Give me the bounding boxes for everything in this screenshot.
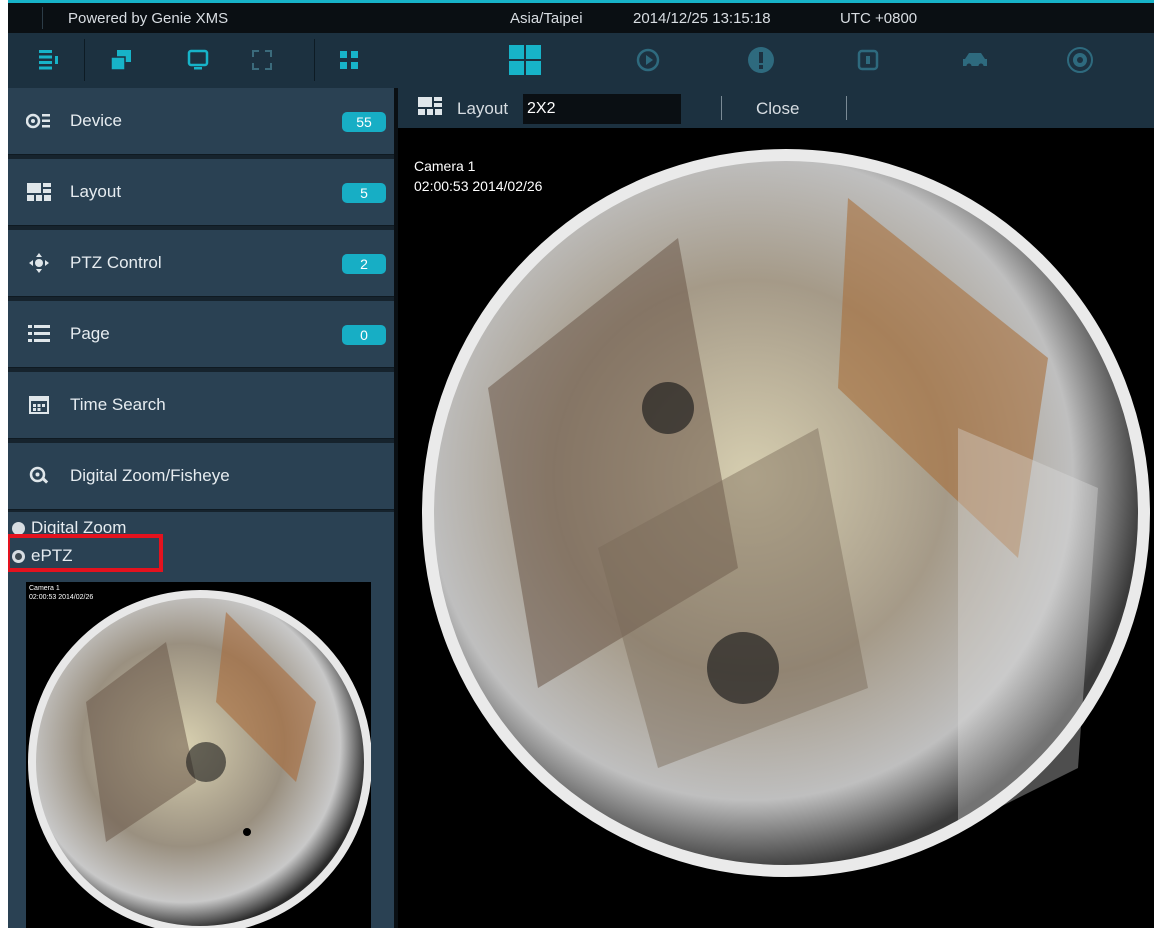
menu-collapse-button[interactable]	[32, 43, 66, 77]
ptz-count-badge: 2	[342, 254, 386, 274]
monitor-button[interactable]	[181, 43, 215, 77]
calendar-icon	[26, 395, 52, 415]
sidebar-item-label: Time Search	[70, 395, 166, 414]
camera-title: Camera 1	[414, 158, 476, 174]
fullscreen-icon	[252, 50, 272, 70]
window-stack-icon	[110, 50, 131, 71]
radio-button[interactable]	[12, 521, 25, 535]
layout-count-badge: 5	[342, 183, 386, 203]
sidebar-item-label: Layout	[70, 182, 122, 201]
alert-button[interactable]	[744, 43, 778, 77]
left-panel: Device 55 Layout 5 PTZ Control 2 Page 0	[8, 88, 394, 928]
toolbar-divider	[84, 39, 85, 81]
sidebar-item-ptz-control[interactable]: PTZ Control 2	[8, 230, 394, 297]
lock-button[interactable]	[851, 43, 885, 77]
preview-timestamp: 02:00:53 2014/02/26	[29, 594, 94, 601]
page-icon	[26, 324, 52, 344]
monitor-icon	[187, 49, 209, 70]
sidebar-item-device[interactable]: Device 55	[8, 88, 394, 155]
settings-button[interactable]	[1063, 43, 1097, 77]
page-count-badge: 0	[342, 325, 386, 345]
sidebar-item-label: Page	[70, 324, 110, 343]
playback-icon	[636, 48, 660, 72]
menu-collapse-icon	[39, 50, 58, 70]
playback-button[interactable]	[631, 43, 665, 77]
lock-icon	[857, 49, 879, 71]
sidebar-item-label: Device	[70, 111, 122, 130]
fisheye-preview[interactable]: Camera 1 02:00:53 2014/02/26	[26, 582, 371, 928]
main-toolbar	[8, 33, 1154, 88]
brand-text: Powered by Genie XMS	[68, 10, 229, 27]
grid-split-icon	[340, 49, 358, 71]
fisheye-camera-image	[422, 149, 1150, 877]
sidebar-item-page[interactable]: Page 0	[8, 301, 394, 368]
status-bar: Powered by Genie XMS Asia/Taipei 2014/12…	[8, 3, 1154, 33]
grid-split-button[interactable]	[332, 43, 366, 77]
eptz-highlight	[8, 534, 163, 572]
sidebar-item-layout[interactable]: Layout 5	[8, 159, 394, 226]
preview-camera-title: Camera 1	[29, 585, 60, 592]
window-stack-button[interactable]	[104, 43, 138, 77]
video-view[interactable]: Camera 1 02:00:53 2014/02/26	[398, 128, 1154, 928]
datetime-text: 2014/12/25 13:15:18	[633, 10, 771, 27]
layout-icon	[418, 97, 442, 115]
alert-icon	[748, 47, 774, 73]
timezone-text: Asia/Taipei	[510, 10, 583, 27]
zoom-icon	[26, 466, 52, 486]
device-icon	[26, 111, 52, 131]
status-divider	[42, 7, 43, 29]
ptz-icon	[26, 252, 52, 274]
sidebar-item-label: Digital Zoom/Fisheye	[70, 466, 230, 485]
layout-label: Layout	[457, 99, 509, 118]
app-window: Powered by Genie XMS Asia/Taipei 2014/12…	[8, 0, 1154, 928]
fullscreen-button[interactable]	[245, 43, 279, 77]
layout-grid-button[interactable]	[508, 43, 542, 77]
toolbar-divider	[314, 39, 315, 81]
device-count-badge: 55	[342, 112, 386, 132]
toolbar-divider	[721, 96, 722, 120]
settings-gear-icon	[1067, 47, 1093, 73]
layout-toolbar: Layout 2X2 Close	[398, 88, 1154, 128]
layout-input[interactable]: 2X2	[523, 94, 681, 124]
utc-offset-text: UTC +0800	[840, 10, 918, 27]
layout-icon	[26, 183, 52, 201]
layout-grid-icon	[509, 45, 541, 75]
fisheye-preview-image	[28, 590, 371, 928]
sidebar-item-digital-zoom[interactable]: Digital Zoom/Fisheye	[8, 443, 394, 510]
preview-area: Camera 1 02:00:53 2014/02/26	[8, 582, 394, 928]
sidebar-item-label: PTZ Control	[70, 253, 162, 272]
camera-timestamp: 02:00:53 2014/02/26	[414, 178, 543, 194]
close-button[interactable]: Close	[756, 99, 799, 119]
car-icon	[963, 53, 987, 69]
vehicle-button[interactable]	[958, 43, 992, 77]
sidebar-item-time-search[interactable]: Time Search	[8, 372, 394, 439]
toolbar-divider	[846, 96, 847, 120]
